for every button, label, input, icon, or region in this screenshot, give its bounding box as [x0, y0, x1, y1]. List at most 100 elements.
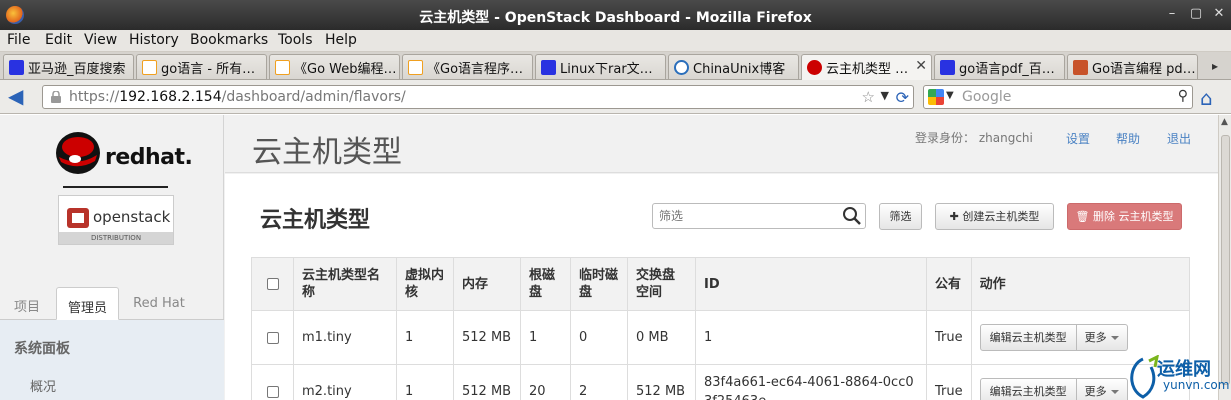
more-dropdown-button[interactable]: 更多 — [1076, 378, 1128, 400]
tab-6[interactable]: ChinaUnix博客 — [668, 54, 799, 79]
web-page: redhat. openstack DISTRIBUTION 项目 管理员 Re… — [0, 115, 1218, 400]
tab-label: 《Go语言程序… — [427, 62, 524, 77]
tab-7-active[interactable]: 云主机类型 … ✕ — [801, 54, 932, 80]
tab-2[interactable]: go语言 - 所有… — [136, 54, 267, 79]
url-bar[interactable]: https://192.168.2.154/dashboard/admin/fl… — [42, 85, 914, 109]
column-header: 动作 — [970, 257, 1191, 311]
watermark: 运维网 yunvn.com — [1123, 353, 1231, 400]
distribution-label: DISTRIBUTION — [59, 232, 173, 244]
binoculars-icon[interactable]: ⚲ — [1178, 88, 1188, 104]
tab-8[interactable]: go语言pdf_百… — [934, 54, 1065, 79]
url-scheme: https:// — [69, 89, 120, 105]
more-dropdown-button[interactable]: 更多 — [1076, 324, 1128, 351]
url-path: /dashboard/admin/flavors/ — [221, 89, 406, 105]
filter-button[interactable]: 筛选 — [879, 203, 922, 230]
page-header: 云主机类型 登录身份： zhangchi 设置 帮助 退出 — [225, 115, 1218, 173]
cell-vcpus: 1 — [396, 364, 454, 400]
column-header[interactable]: 交换盘空间 — [627, 257, 696, 311]
column-header[interactable]: 根磁盘 — [520, 257, 571, 311]
table-header-row: 云主机类型名称 虚拟内核 内存 根磁盘 临时磁盘 交换盘空间 ID 公有 动作 — [251, 257, 1191, 311]
column-header[interactable]: ID — [695, 257, 927, 311]
tab-bar: 亚马逊_百度搜索 go语言 - 所有… 《Go Web编程… 《Go语言程序… … — [0, 52, 1231, 80]
search-engine-dropdown-icon[interactable]: ▼ — [946, 90, 954, 101]
home-icon[interactable]: ⌂ — [1200, 86, 1213, 110]
select-all-checkbox[interactable] — [266, 278, 279, 290]
column-header[interactable]: 公有 — [926, 257, 972, 311]
menu-bar: File Edit View History Bookmarks Tools H… — [0, 30, 1231, 52]
tab-4[interactable]: 《Go语言程序… — [402, 54, 533, 79]
panel-heading[interactable]: 系统面板 — [14, 338, 70, 358]
scroll-up-icon[interactable]: ▲ — [1221, 117, 1228, 127]
user-name: zhangchi — [978, 131, 1033, 145]
tab-5[interactable]: Linux下rar文… — [535, 54, 666, 79]
url-dropdown-icon[interactable]: ▼ — [881, 89, 889, 102]
bookmark-star-icon[interactable]: ☆ — [862, 88, 875, 106]
column-header[interactable]: 云主机类型名称 — [293, 257, 397, 311]
menu-tools[interactable]: Tools — [278, 32, 313, 48]
redhat-logo[interactable]: redhat. — [55, 131, 193, 175]
tab-1[interactable]: 亚马逊_百度搜索 — [3, 54, 134, 79]
logout-link[interactable]: 退出 — [1167, 130, 1191, 147]
help-link[interactable]: 帮助 — [1116, 130, 1140, 147]
sidebar-item-overview[interactable]: 概况 — [30, 376, 56, 395]
edit-flavor-button[interactable]: 编辑云主机类型 — [979, 378, 1077, 400]
menu-help[interactable]: Help — [325, 32, 357, 48]
openstack-logo: openstack DISTRIBUTION — [58, 195, 174, 245]
reload-icon[interactable]: ⟳ — [896, 88, 909, 107]
edit-flavor-button[interactable]: 编辑云主机类型 — [979, 324, 1077, 351]
filter-box — [652, 203, 866, 229]
google-icon[interactable] — [928, 89, 944, 105]
tab-project[interactable]: 项目 — [0, 287, 54, 320]
close-tab-icon[interactable]: ✕ — [915, 58, 927, 74]
filter-input[interactable] — [653, 204, 839, 228]
row-checkbox[interactable] — [266, 331, 279, 344]
cell-id: 1 — [695, 310, 927, 365]
user-label: 登录身份： — [915, 131, 976, 145]
tab-3[interactable]: 《Go Web编程… — [269, 54, 400, 79]
column-header[interactable]: 内存 — [453, 257, 521, 311]
cell-swap: 0 MB — [627, 310, 696, 365]
menu-file[interactable]: File — [7, 32, 30, 48]
tab-label: ChinaUnix博客 — [693, 62, 786, 77]
tab-scroll-arrow-icon[interactable]: ▸ — [1204, 55, 1226, 77]
search-placeholder: Google — [962, 89, 1012, 105]
sidebar-tabs: 项目 管理员 Red Hat — [0, 287, 224, 320]
scrollbar-thumb[interactable] — [1221, 135, 1230, 385]
table-row: m1.tiny 1 512 MB 1 0 0 MB 1 True 编辑云主机类型… — [251, 310, 1191, 365]
tab-label: 《Go Web编程… — [294, 62, 397, 77]
cell-vcpus: 1 — [396, 310, 454, 365]
row-checkbox[interactable] — [266, 385, 279, 398]
delete-flavor-button[interactable]: 🗑 删除 云主机类型 — [1067, 203, 1182, 230]
sidebar: redhat. openstack DISTRIBUTION 项目 管理员 Re… — [0, 115, 224, 400]
search-icon[interactable] — [842, 206, 862, 226]
column-header[interactable]: 虚拟内核 — [396, 257, 454, 311]
baidu-paw-icon — [9, 60, 24, 75]
minimize-button[interactable]: – — [1163, 6, 1181, 22]
menu-edit[interactable]: Edit — [45, 32, 72, 48]
system-panel: 系统面板 概况 — [0, 320, 224, 400]
openstack-wordmark: openstack — [93, 208, 171, 226]
url-text: https://192.168.2.154/dashboard/admin/fl… — [69, 89, 406, 105]
tab-redhat[interactable]: Red Hat — [121, 287, 197, 320]
cell-root-disk: 20 — [520, 364, 571, 400]
settings-link[interactable]: 设置 — [1066, 130, 1090, 147]
table-row: m2.tiny 1 512 MB 20 2 512 MB 83f4a661-ec… — [251, 364, 1191, 400]
cell-public: True — [926, 364, 972, 400]
user-info: 登录身份： zhangchi — [915, 129, 1033, 146]
create-flavor-button[interactable]: ✚ 创建云主机类型 — [935, 203, 1054, 230]
column-header[interactable]: 临时磁盘 — [570, 257, 628, 311]
tab-label: Linux下rar文… — [560, 62, 653, 77]
menu-bookmarks[interactable]: Bookmarks — [190, 32, 268, 48]
search-bar[interactable]: ▼ Google ⚲ — [923, 85, 1193, 109]
maximize-button[interactable]: ▢ — [1187, 6, 1205, 22]
more-label: 更多 — [1084, 331, 1107, 344]
tab-9[interactable]: Go语言编程 pd… — [1067, 54, 1198, 79]
window-titlebar: 云主机类型 - OpenStack Dashboard - Mozilla Fi… — [0, 0, 1231, 30]
caret-down-icon — [1110, 336, 1119, 340]
menu-view[interactable]: View — [84, 32, 117, 48]
back-arrow-icon[interactable]: ◀ — [8, 86, 32, 108]
tab-admin[interactable]: 管理员 — [56, 287, 119, 320]
close-window-button[interactable]: ✕ — [1210, 6, 1228, 22]
menu-history[interactable]: History — [129, 32, 179, 48]
baidu-paw-icon — [940, 60, 955, 75]
